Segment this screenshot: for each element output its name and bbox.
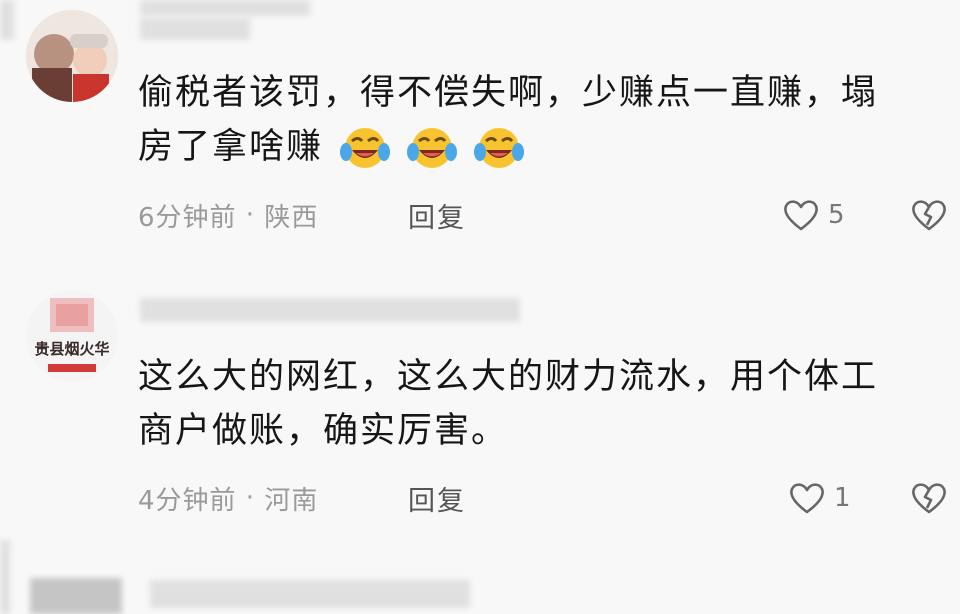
reply-button[interactable]: 回复 (408, 195, 466, 235)
like-count: 1 (834, 483, 851, 513)
comment-time: 6分钟前 (138, 202, 237, 233)
heart-icon (788, 481, 826, 515)
broken-heart-icon (910, 198, 948, 232)
comment-line-2: 房了拿啥赚 (138, 120, 928, 174)
comment-time: 4分钟前 (138, 485, 237, 516)
meta-separator: · (236, 200, 265, 230)
face-with-tears-of-joy-icon (340, 126, 391, 170)
face-with-tears-of-joy-icon (474, 126, 525, 170)
avatar[interactable]: 贵县烟火华 (26, 290, 118, 382)
comment-meta: 4分钟前 · 河南 (138, 478, 318, 518)
reply-button[interactable]: 回复 (408, 478, 466, 518)
dislike-button[interactable] (910, 478, 948, 518)
comment-location: 陕西 (264, 202, 319, 233)
username-blurred (140, 18, 250, 40)
comment-text: 偷税者该罚，得不偿失啊，少赚点一直赚，塌 房了拿啥赚 (138, 66, 928, 174)
comment-line-2-text: 房了拿啥赚 (138, 127, 324, 167)
face-with-tears-of-joy-icon (407, 126, 458, 170)
avatar-blurred (30, 578, 122, 614)
broken-heart-icon (910, 481, 948, 515)
username-blurred (150, 580, 470, 608)
username-blurred (140, 298, 520, 322)
comment-line-2: 商户做账，确实厉害。 (138, 411, 509, 451)
heart-icon (782, 198, 820, 232)
comment-item: 贵县烟火华 这么大的网红，这么大的财力流水，用个体工 商户做账，确实厉害。 4分… (0, 280, 960, 540)
like-button[interactable]: 1 (788, 478, 851, 518)
meta-separator: · (236, 483, 265, 513)
comment-line-1: 这么大的网红，这么大的财力流水，用个体工 (138, 357, 879, 397)
avatar[interactable] (26, 10, 118, 102)
comment-item: 偷税者该罚，得不偿失啊，少赚点一直赚，塌 房了拿啥赚 6分钟前 · 陕西 回复 … (0, 0, 960, 260)
comment-text: 这么大的网红，这么大的财力流水，用个体工 商户做账，确实厉害。 (138, 350, 928, 458)
comment-line-1: 偷税者该罚，得不偿失啊，少赚点一直赚，塌 (138, 73, 879, 113)
comment-location: 河南 (264, 485, 319, 516)
comment-meta: 6分钟前 · 陕西 (138, 195, 318, 235)
like-count: 5 (828, 200, 845, 230)
avatar-text: 贵县烟火华 (34, 340, 110, 358)
like-button[interactable]: 5 (782, 195, 845, 235)
avatar-edge-blurred (0, 540, 10, 614)
dislike-button[interactable] (910, 195, 948, 235)
